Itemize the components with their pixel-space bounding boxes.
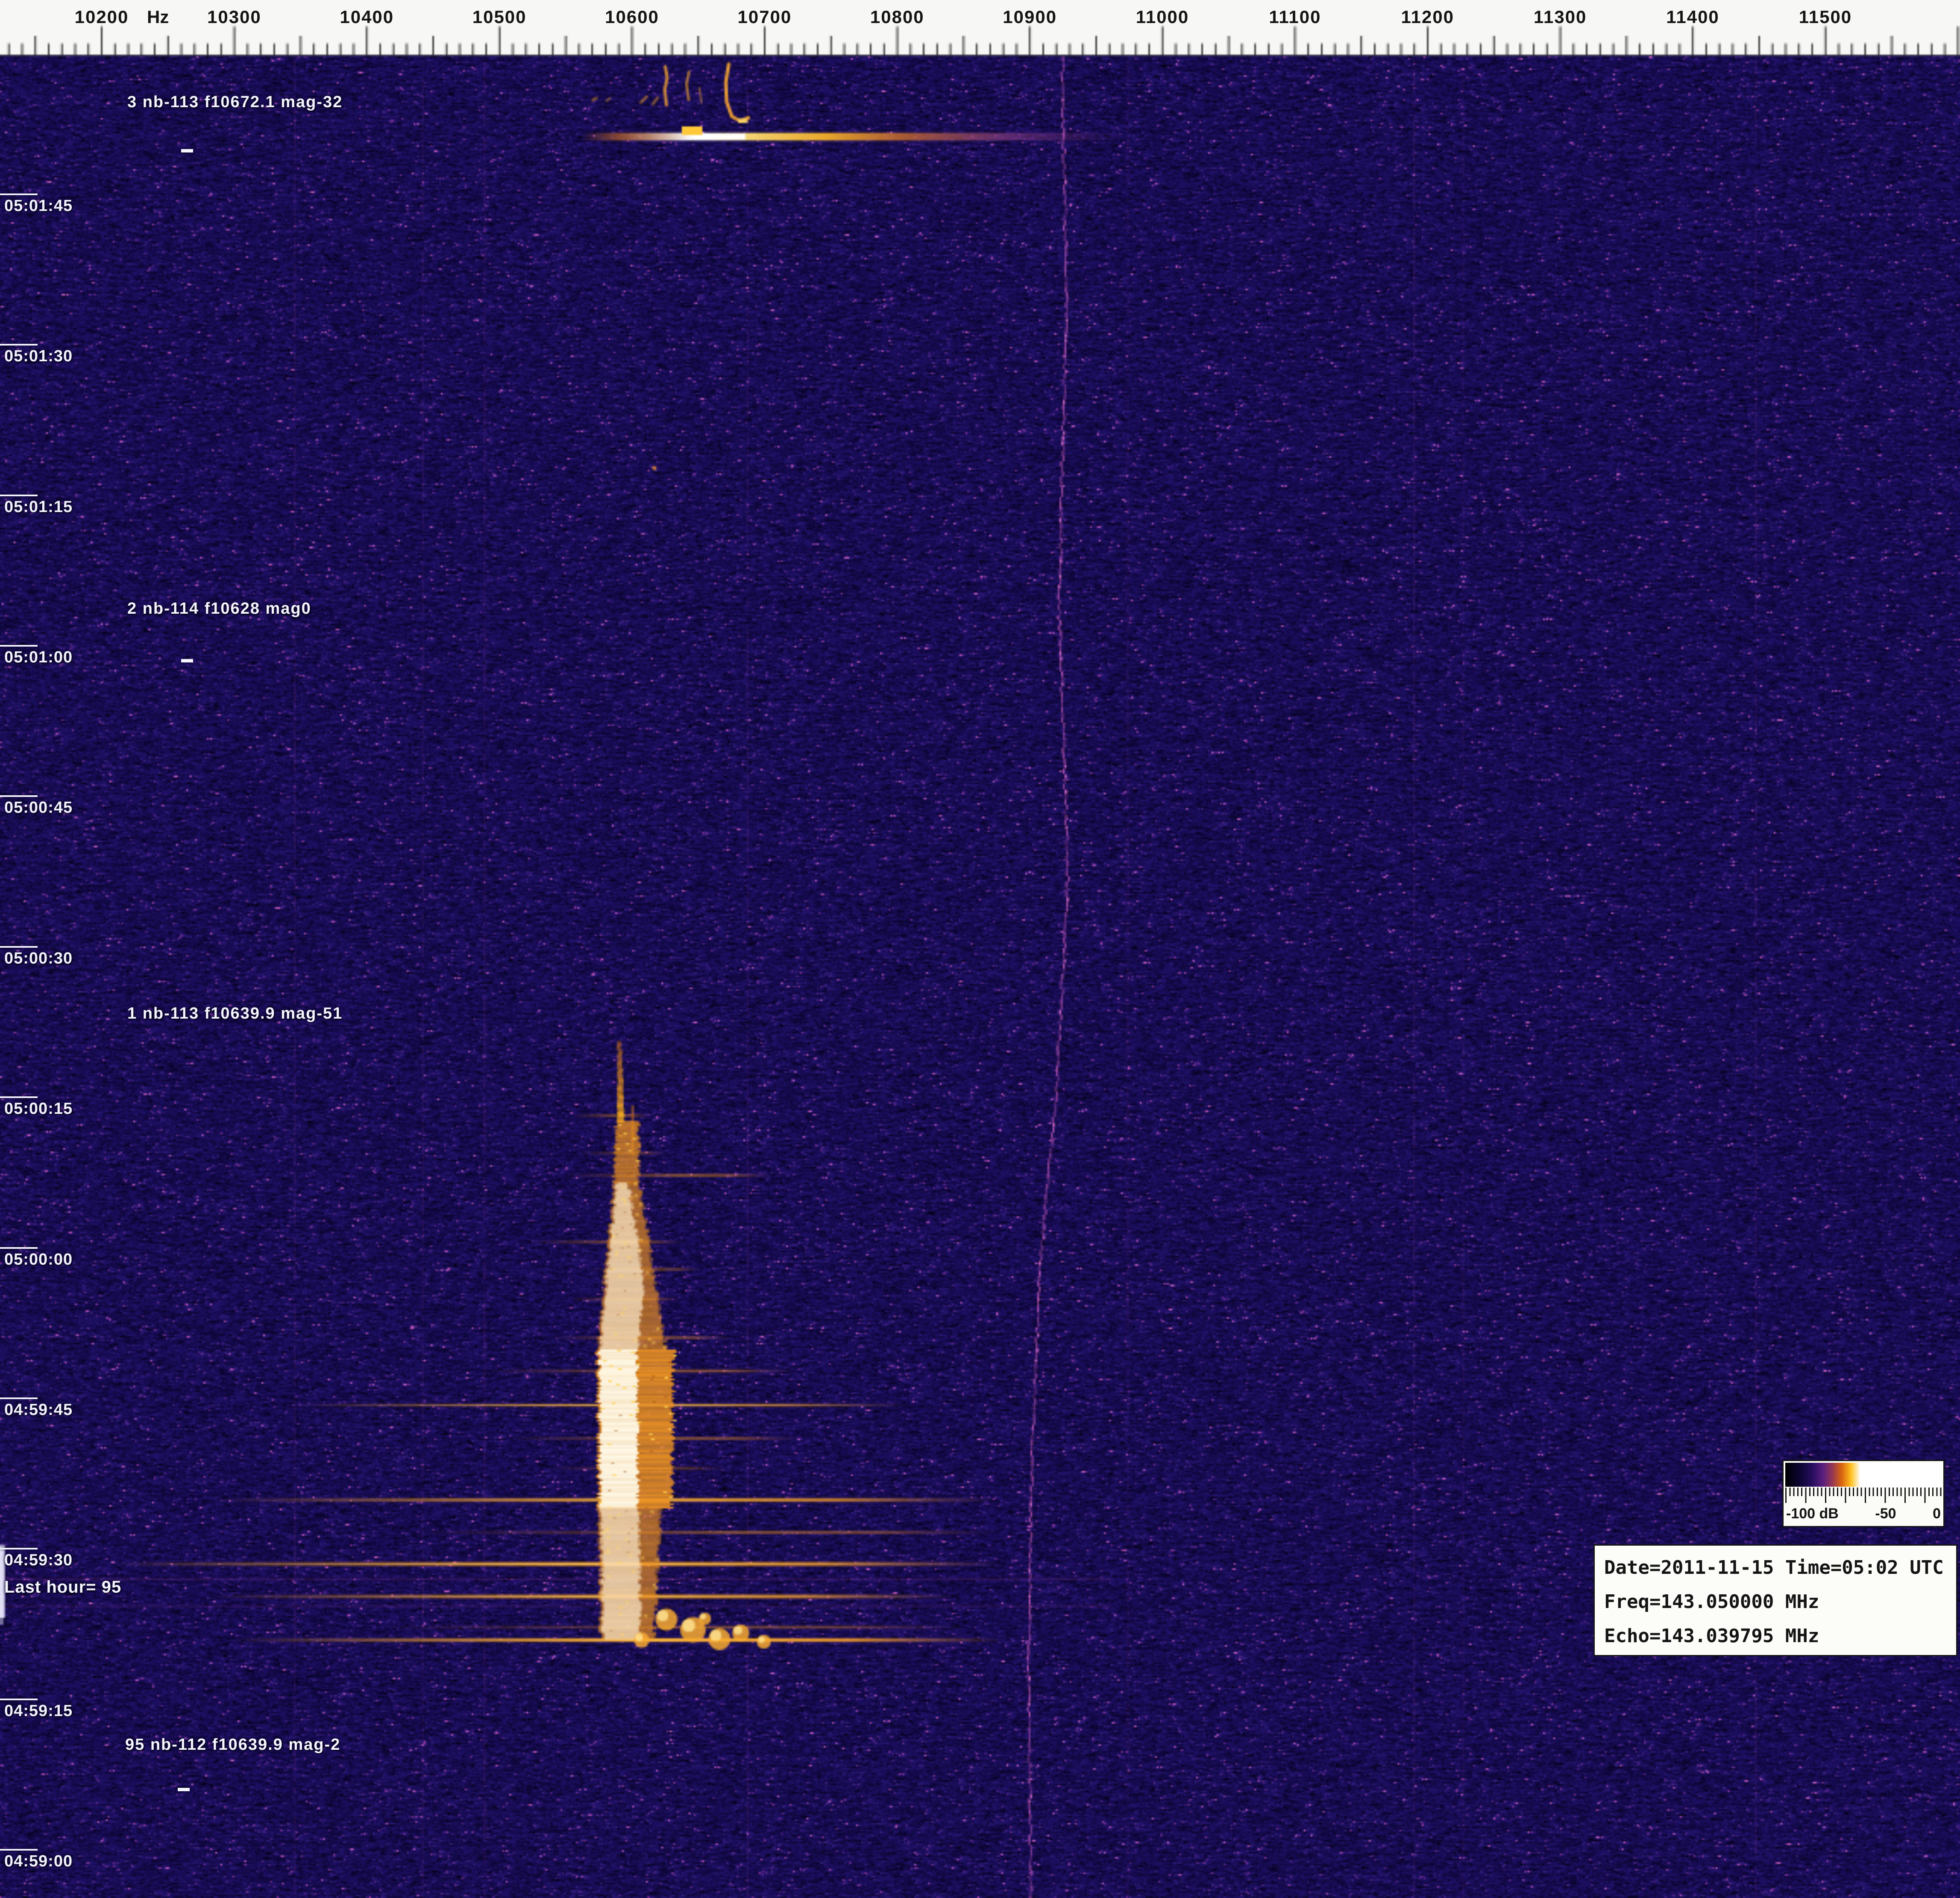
- colorbar-major-ticks: [1785, 1488, 1942, 1503]
- time-tick-label: 05:00:00: [4, 1251, 73, 1269]
- time-tick-label: 04:59:00: [4, 1852, 73, 1871]
- echo-marker-dash: [178, 1788, 190, 1791]
- time-tick-label: 05:00:15: [4, 1100, 73, 1118]
- time-tick-line: [0, 946, 38, 948]
- freq-tick-label: 11500: [1799, 7, 1852, 27]
- freq-line: Freq=143.050000 MHz: [1604, 1585, 1956, 1619]
- colorbar-label-mid: -50: [1875, 1506, 1896, 1522]
- last-hour-counter: Last hour= 95: [4, 1578, 121, 1597]
- time-tick-line: [0, 1849, 38, 1851]
- echo-marker-dash: [181, 659, 193, 662]
- time-tick-line: [0, 795, 38, 797]
- frequency-unit-label: Hz: [147, 7, 169, 27]
- time-tick-line: [0, 1096, 38, 1098]
- freq-tick-label: 10500: [472, 7, 527, 27]
- colorbar-label-max: 0: [1933, 1506, 1941, 1522]
- freq-tick-label: 10400: [340, 7, 394, 27]
- colorbar-gradient: [1785, 1463, 1942, 1487]
- time-tick-label: 04:59:30: [4, 1551, 73, 1570]
- echo-annotation: 2 nb-114 f10628 mag0: [127, 600, 311, 618]
- time-tick-label: 05:00:45: [4, 799, 73, 817]
- time-tick-line: [0, 1397, 38, 1399]
- time-tick-label: 05:01:15: [4, 498, 73, 516]
- echo-annotation: 95 nb-112 f10639.9 mag-2: [125, 1736, 340, 1754]
- colorbar-ruler: [1785, 1488, 1942, 1505]
- status-info-box: Date=2011-11-15 Time=05:02 UTC Freq=143.…: [1593, 1544, 1957, 1656]
- echo-line: Echo=143.039795 MHz: [1604, 1619, 1956, 1653]
- spectrogram-window: Hz 10200 10300 10400 10500 10600 10700 10800 10…: [0, 0, 1960, 1898]
- time-tick-label: 05:01:00: [4, 648, 73, 667]
- freq-tick-label: 11200: [1401, 7, 1454, 27]
- time-tick-label: 04:59:15: [4, 1702, 73, 1720]
- time-tick-label: 05:00:30: [4, 949, 73, 968]
- time-tick-line: [0, 193, 38, 195]
- freq-tick-label: 11000: [1136, 7, 1189, 27]
- time-tick-label: 05:01:30: [4, 347, 73, 366]
- freq-tick-label: 11100: [1269, 7, 1321, 27]
- freq-tick-label: 10600: [605, 7, 659, 27]
- time-tick-line: [0, 495, 38, 496]
- freq-tick-label: 10200: [75, 7, 129, 27]
- freq-tick-label: 10700: [737, 7, 792, 27]
- colorbar-label-min: -100 dB: [1786, 1506, 1839, 1522]
- time-tick-line: [0, 1548, 38, 1549]
- time-tick-line: [0, 645, 38, 647]
- colorbar-labels: -100 dB -50 0: [1786, 1506, 1941, 1522]
- time-tick-line: [0, 1699, 38, 1700]
- date-time-line: Date=2011-11-15 Time=05:02 UTC: [1604, 1551, 1956, 1585]
- time-tick-label: 05:01:45: [4, 197, 73, 215]
- echo-marker-dash: [181, 149, 193, 152]
- time-tick-line: [0, 344, 38, 346]
- freq-tick-label: 10300: [207, 7, 261, 27]
- echo-annotation: 3 nb-113 f10672.1 mag-32: [127, 93, 343, 111]
- freq-tick-label: 10900: [1003, 7, 1057, 27]
- freq-tick-label: 10800: [870, 7, 924, 27]
- colorbar-legend: -100 dB -50 0: [1782, 1460, 1945, 1527]
- freq-tick-label: 11400: [1666, 7, 1719, 27]
- freq-tick-label: 11300: [1534, 7, 1587, 27]
- time-tick-line: [0, 1247, 38, 1249]
- time-tick-label: 04:59:45: [4, 1401, 73, 1419]
- echo-annotation: 1 nb-113 f10639.9 mag-51: [127, 1005, 343, 1023]
